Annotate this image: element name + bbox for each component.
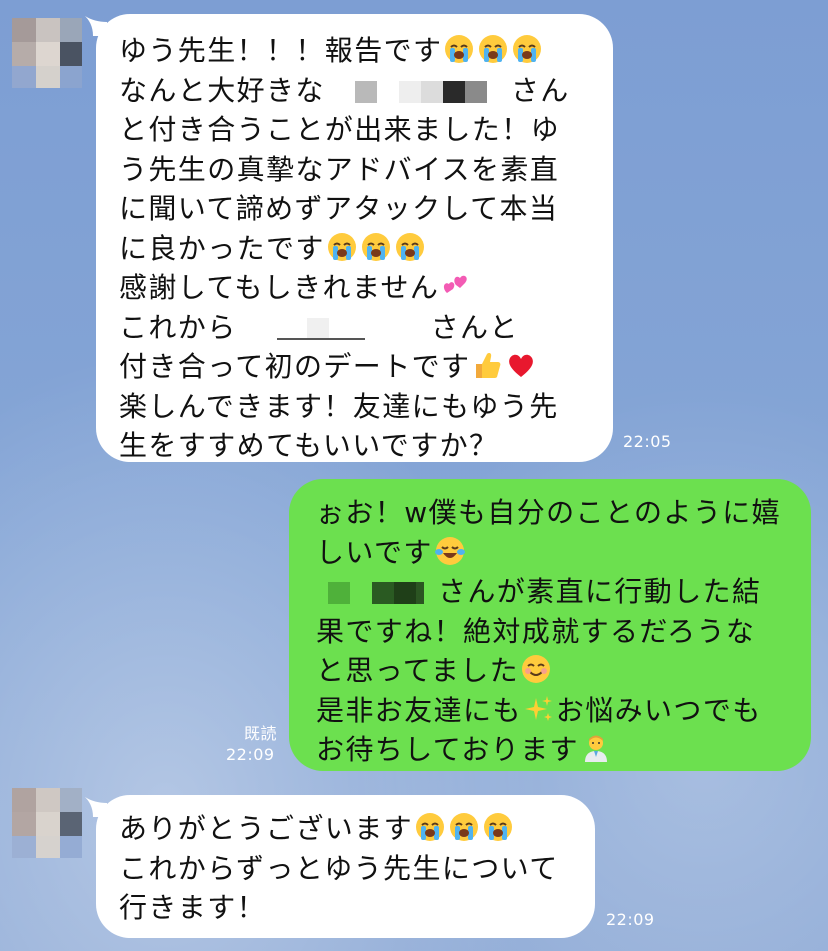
message-timestamp: 22:09 xyxy=(606,910,655,929)
loudly-crying-face-icon xyxy=(483,812,513,842)
redacted-name xyxy=(328,582,424,604)
message-line: 付き合って初のデートです xyxy=(119,347,613,387)
message-line: 生をすすめてもいいですか？ xyxy=(119,429,499,462)
loudly-crying-face-icon xyxy=(395,232,425,262)
message-line: に良かったです xyxy=(119,229,613,269)
message-line: う先生の真摯なアドバイスを素直 xyxy=(119,152,560,186)
message-bubble-incoming[interactable]: ゆう先生！！！報告です なんと大好きな さん と付き合うことが出来ました！ゆ う… xyxy=(96,14,613,462)
redacted-name xyxy=(276,317,367,340)
friend-avatar[interactable] xyxy=(12,18,82,88)
message-line: に聞いて諦めずアタックして本当 xyxy=(119,192,559,225)
message-line: 行きます！ xyxy=(119,891,267,924)
red-heart-icon xyxy=(506,350,536,380)
message-line: ゆう先生！！！報告です xyxy=(119,31,613,71)
sparkles-icon xyxy=(524,694,554,724)
two-hearts-icon xyxy=(441,271,471,301)
message-line: お待ちしております xyxy=(316,730,811,770)
read-receipt: 既読 xyxy=(243,724,277,743)
message-line: 是非お友達にも お悩みいつでも xyxy=(316,693,762,727)
message-line: 感謝してもしきれません xyxy=(119,268,613,308)
message-line: 楽しんできます！友達にもゆう先 xyxy=(119,389,559,423)
loudly-crying-face-icon xyxy=(361,232,391,262)
message-line: しいです xyxy=(316,533,811,573)
message-line: これからずっとゆう先生について xyxy=(119,851,559,885)
message-timestamp: 22:05 xyxy=(623,432,672,451)
message-timestamp: 22:09 xyxy=(226,745,275,764)
loudly-crying-face-icon xyxy=(327,232,357,262)
loudly-crying-face-icon xyxy=(478,34,508,64)
message-line: ありがとうございます xyxy=(119,809,595,849)
message-line: ぉお！w僕も自分のことのように嬉 xyxy=(316,496,782,529)
face-with-tears-of-joy-icon xyxy=(434,536,465,566)
message-line: なんと大好きな さん xyxy=(119,73,570,107)
message-bubble-outgoing[interactable]: ぉお！w僕も自分のことのように嬉 しいです さんが素直に行動した結 果ですね！絶… xyxy=(289,479,811,771)
message-line: 果ですね！絶対成就するだろうな xyxy=(316,614,756,648)
friend-avatar[interactable] xyxy=(12,788,82,858)
message-line: これから さんと xyxy=(119,310,519,344)
message-line: と付き合うことが出来ました！ゆ xyxy=(119,113,561,146)
message-line: と思ってました xyxy=(316,651,811,691)
loudly-crying-face-icon xyxy=(415,812,445,842)
loudly-crying-face-icon xyxy=(449,812,479,842)
redacted-name xyxy=(354,80,505,103)
loudly-crying-face-icon xyxy=(512,34,542,64)
smiling-face-icon xyxy=(521,654,551,684)
message-bubble-incoming[interactable]: ありがとうございます これからずっとゆう先生について 行きます！ xyxy=(96,795,595,938)
message-line: さんが素直に行動した結 xyxy=(316,572,811,612)
man-health-worker-icon xyxy=(581,733,611,763)
thumbs-up-icon xyxy=(472,350,502,380)
loudly-crying-face-icon xyxy=(444,34,474,64)
